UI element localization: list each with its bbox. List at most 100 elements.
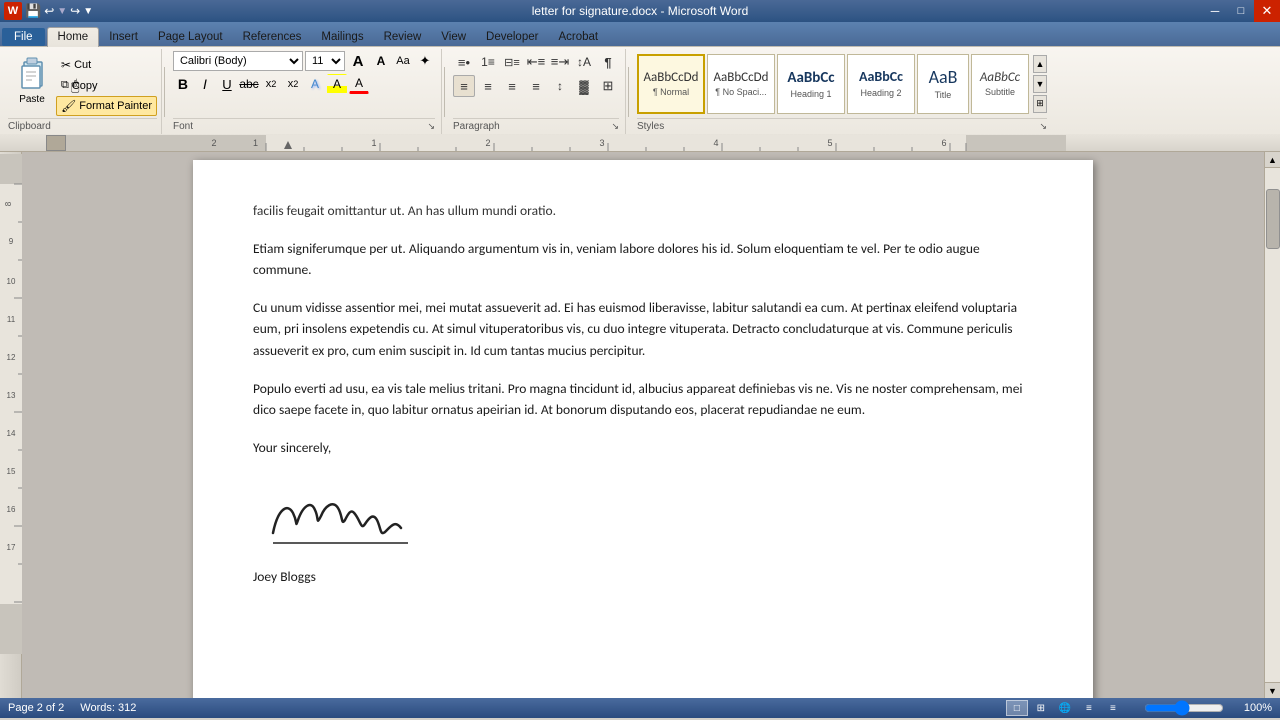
text-effects-button[interactable]: A (305, 74, 325, 94)
quick-redo[interactable]: ↪ (70, 4, 80, 18)
styles-scroll-down[interactable]: ▼ (1033, 75, 1047, 93)
format-painter-button[interactable]: 🖌 Format Painter (56, 96, 157, 116)
maximize-btn[interactable]: □ (1228, 0, 1254, 22)
scrollbar-right[interactable]: ▲ ▼ (1264, 152, 1280, 698)
copy-button[interactable]: ⧉ Copy 🖱 (56, 76, 157, 95)
increase-indent-button[interactable]: ≡⇥ (549, 51, 571, 73)
svg-text:5: 5 (827, 138, 832, 148)
paintbrush-icon: 🖌 (61, 99, 76, 113)
style-heading1-label: Heading 1 (790, 89, 831, 99)
scroll-up-btn[interactable]: ▲ (1265, 152, 1280, 168)
bullets-button[interactable]: ≡• (453, 51, 475, 73)
document-area[interactable]: facilis feugait omittantur ut. An has ul… (22, 152, 1264, 698)
tab-file[interactable]: File (2, 28, 45, 46)
quick-save[interactable]: 💾 (25, 3, 41, 19)
web-layout-btn[interactable]: 🌐 (1054, 700, 1076, 716)
text-highlight-button[interactable]: A (327, 74, 347, 94)
bold-button[interactable]: B (173, 74, 193, 94)
styles-more[interactable]: ⊞ (1033, 95, 1047, 113)
font-label: Font ↘ (173, 118, 435, 132)
superscript-button[interactable]: x2 (283, 74, 303, 94)
quick-customize[interactable]: ▼ (83, 6, 93, 17)
quick-undo[interactable]: ↩ (44, 4, 54, 18)
change-case-button[interactable]: Aa (393, 51, 413, 71)
shrink-font-button[interactable]: A (371, 51, 391, 71)
outline-btn[interactable]: ≡ (1078, 700, 1100, 716)
tab-pagelayout[interactable]: Page Layout (148, 28, 233, 46)
tab-review[interactable]: Review (374, 28, 432, 46)
style-normal[interactable]: AaBbCcDd ¶ Normal (637, 54, 705, 114)
clear-formatting-button[interactable]: ✦ (415, 51, 435, 71)
justify-button[interactable]: ≡ (525, 75, 547, 97)
scroll-thumb[interactable] (1266, 189, 1280, 249)
grow-font-button[interactable]: A (347, 51, 369, 71)
paste-button[interactable]: Paste (8, 51, 56, 109)
italic-button[interactable]: I (195, 74, 215, 94)
font-color-button[interactable]: A (349, 74, 369, 94)
style-heading1[interactable]: AaBbCc Heading 1 (777, 54, 845, 114)
svg-text:4: 4 (713, 138, 718, 148)
tab-home[interactable]: Home (47, 27, 100, 47)
paragraph-closing: Your sincerely, (253, 437, 1033, 459)
word-logo-area: W 💾 ↩ ▼ ↪ ▼ (4, 2, 93, 20)
font-name-select[interactable]: Calibri (Body) (173, 51, 303, 71)
tab-mailings[interactable]: Mailings (311, 28, 373, 46)
full-screen-btn[interactable]: ⊞ (1030, 700, 1052, 716)
svg-text:10: 10 (6, 277, 15, 286)
scroll-down-btn[interactable]: ▼ (1265, 682, 1280, 698)
copy-icon: ⧉ (61, 79, 69, 92)
style-subtitle[interactable]: AaBbCc Subtitle (971, 54, 1029, 114)
style-title-preview: AaB (929, 67, 958, 89)
tab-insert[interactable]: Insert (99, 28, 148, 46)
styles-expand[interactable]: ↘ (1039, 121, 1047, 132)
style-normal-label: ¶ Normal (653, 87, 689, 97)
font-size-select[interactable]: 11 (305, 51, 345, 71)
font-expand[interactable]: ↘ (427, 121, 435, 132)
svg-text:16: 16 (6, 505, 15, 514)
tab-view[interactable]: View (431, 28, 476, 46)
align-right-button[interactable]: ≡ (501, 75, 523, 97)
align-center-button[interactable]: ≡ (477, 75, 499, 97)
zoom-slider[interactable] (1144, 701, 1224, 715)
print-layout-btn[interactable]: □ (1006, 700, 1028, 716)
quick-undo-arrow: ▼ (57, 6, 67, 17)
style-no-spacing[interactable]: AaBbCcDd ¶ No Spaci... (707, 54, 775, 114)
decrease-indent-button[interactable]: ⇤≡ (525, 51, 547, 73)
signature-name: Joey Bloggs (253, 566, 1033, 588)
paragraph-4: Populo everti ad usu, ea vis tale melius… (253, 378, 1033, 421)
paragraph-1: facilis feugait omittantur ut. An has ul… (253, 200, 1033, 222)
strikethrough-button[interactable]: abc (239, 74, 259, 94)
sort-button[interactable]: ↕A (573, 51, 595, 73)
clipboard-group: Paste ✂ Cut ⧉ Copy 🖱 🖌 Format Painter (4, 49, 162, 134)
numbering-button[interactable]: 1≡ (477, 51, 499, 73)
shading-button[interactable]: ▓ (573, 75, 595, 97)
tab-references[interactable]: References (233, 28, 312, 46)
tab-acrobat[interactable]: Acrobat (548, 28, 608, 46)
underline-button[interactable]: U (217, 74, 237, 94)
tab-developer[interactable]: Developer (476, 28, 548, 46)
draft-btn[interactable]: ≡ (1102, 700, 1124, 716)
style-title[interactable]: AaB Title (917, 54, 969, 114)
svg-text:3: 3 (599, 138, 604, 148)
document-page[interactable]: facilis feugait omittantur ut. An has ul… (193, 160, 1093, 698)
svg-text:1: 1 (371, 138, 376, 148)
multilevel-button[interactable]: ⊟≡ (501, 51, 523, 73)
borders-button[interactable]: ⊞ (597, 75, 619, 97)
show-hide-button[interactable]: ¶ (597, 51, 619, 73)
close-btn[interactable]: ✕ (1254, 0, 1280, 22)
paragraph-expand[interactable]: ↘ (611, 121, 619, 132)
line-spacing-button[interactable]: ↕ (549, 75, 571, 97)
paragraph-2: Etiam signiferumque per ut. Aliquando ar… (253, 238, 1033, 281)
styles-scroll-up[interactable]: ▲ (1033, 55, 1047, 73)
minimize-btn[interactable]: ─ (1202, 0, 1228, 22)
subscript-button[interactable]: x2 (261, 74, 281, 94)
svg-text:14: 14 (6, 429, 15, 438)
paragraph-3: Cu unum vidisse assentior mei, mei mutat… (253, 297, 1033, 362)
cut-button[interactable]: ✂ Cut (56, 55, 157, 75)
svg-text:8: 8 (4, 201, 13, 206)
style-nospacing-preview: AaBbCcDd (714, 70, 769, 86)
align-left-button[interactable]: ≡ (453, 75, 475, 97)
style-heading2[interactable]: AaBbCc Heading 2 (847, 54, 915, 114)
view-buttons: □ ⊞ 🌐 ≡ ≡ (1006, 700, 1124, 716)
style-heading1-preview: AaBbCc (787, 69, 834, 87)
